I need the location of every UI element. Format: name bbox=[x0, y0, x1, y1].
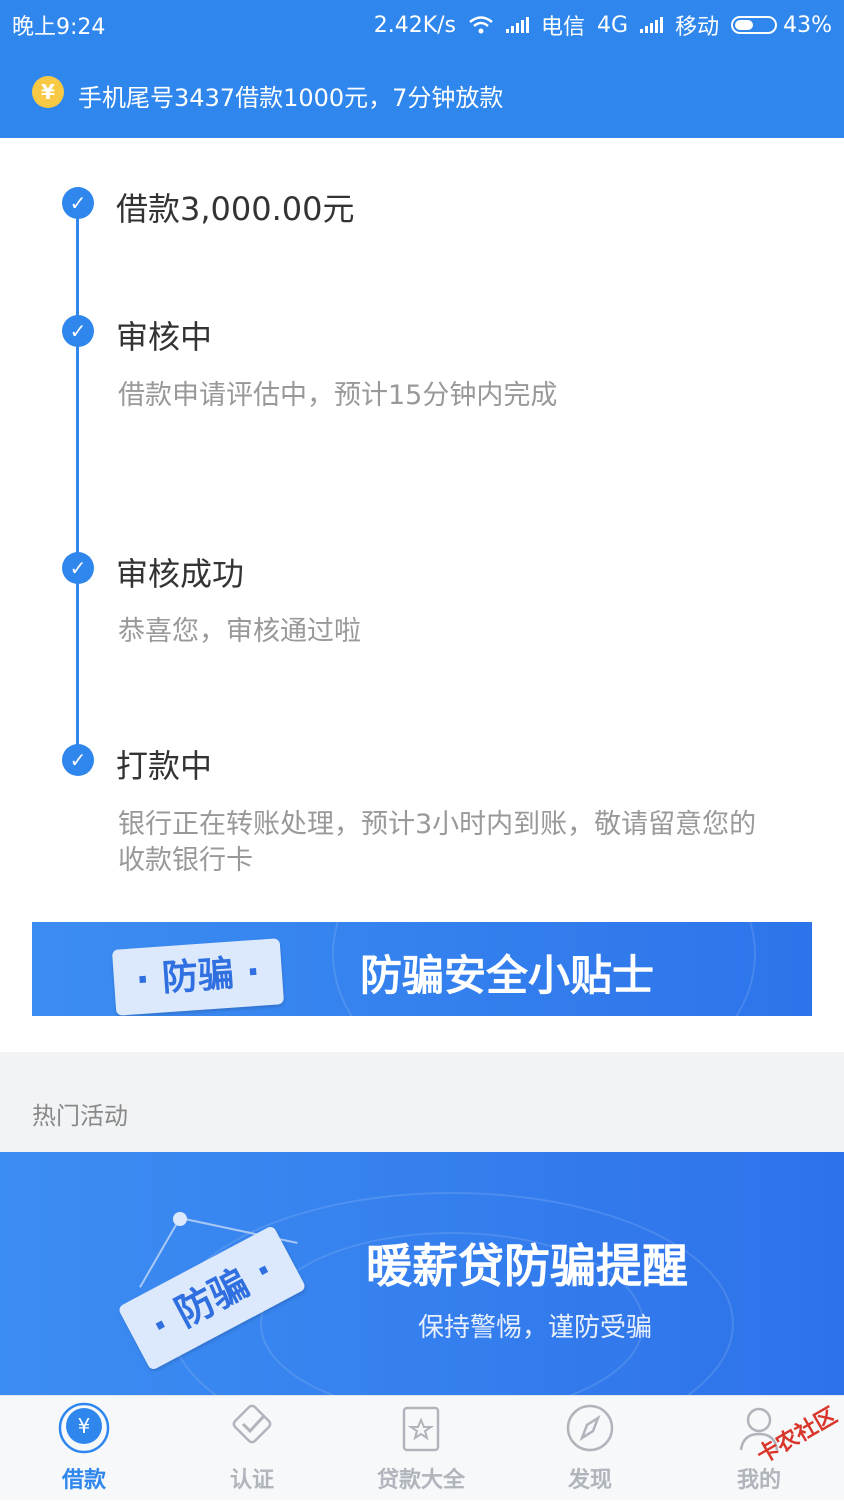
fraud-tag: · 防骗 · bbox=[111, 938, 285, 1016]
carrier-2: 移动 bbox=[675, 15, 720, 40]
hot-activities-header: 热门活动 bbox=[0, 1052, 844, 1152]
compass-icon bbox=[566, 1404, 614, 1452]
tab-verify[interactable]: 认证 bbox=[168, 1396, 336, 1501]
step-desc-transferring: 银行正在转账处理，预计3小时内到账，敬请留意您的收款银行卡 bbox=[118, 809, 757, 876]
anti-fraud-tips-banner[interactable]: · 防骗 · 防骗安全小贴士 bbox=[32, 922, 812, 1016]
status-bar: 晚上9:24 2.42K/s 电信 4G 移动 43% bbox=[0, 0, 844, 46]
tab-loan[interactable]: ¥ 借款 bbox=[0, 1396, 168, 1501]
tab-discover[interactable]: 发现 bbox=[506, 1396, 674, 1501]
yuan-icon: ¥ bbox=[58, 1402, 110, 1454]
svg-text:¥: ¥ bbox=[78, 1414, 91, 1438]
activity-subtitle: 保持警惕，谨防受骗 bbox=[418, 1313, 653, 1343]
step-desc-approved: 恭喜您，审核通过啦 bbox=[118, 616, 361, 647]
check-icon: ✓ bbox=[62, 552, 94, 584]
section-label: 热门活动 bbox=[32, 1102, 128, 1130]
pin-icon bbox=[173, 1212, 187, 1226]
step-title-approved: 审核成功 bbox=[116, 555, 245, 593]
step-title-reviewing: 审核中 bbox=[116, 318, 213, 356]
bottom-tab-bar: ¥ 借款 认证 贷款大全 发现 我的 bbox=[0, 1395, 844, 1500]
timeline-line bbox=[76, 205, 79, 761]
status-time: 晚上9:24 bbox=[12, 15, 106, 40]
network-speed: 2.42K/s bbox=[373, 12, 457, 38]
check-icon: ✓ bbox=[62, 187, 94, 219]
step-title-transferring: 打款中 bbox=[116, 747, 213, 785]
activity-banner[interactable]: · 防骗 · 暖薪贷防骗提醒 保持警惕，谨防受骗 bbox=[0, 1152, 844, 1395]
notice-text: 手机尾号3437借款1000元，7分钟放款 bbox=[78, 84, 504, 112]
battery-percent: 43% bbox=[783, 12, 832, 38]
tab-label: 我的 bbox=[736, 1468, 781, 1493]
tab-label: 借款 bbox=[61, 1468, 106, 1493]
check-badge-icon bbox=[232, 1404, 272, 1444]
check-icon: ✓ bbox=[62, 315, 94, 347]
tab-label: 贷款大全 bbox=[376, 1468, 465, 1493]
tab-label: 认证 bbox=[229, 1468, 274, 1493]
yuan-coin-icon: ¥ bbox=[32, 76, 64, 108]
battery-indicator: 43% bbox=[731, 13, 832, 38]
star-book-icon bbox=[402, 1406, 440, 1452]
activity-title: 暖薪贷防骗提醒 bbox=[366, 1239, 688, 1293]
status-indicators: 2.42K/s 电信 4G 移动 43% bbox=[374, 9, 832, 41]
loan-notice-bar[interactable]: ¥ 手机尾号3437借款1000元，7分钟放款 bbox=[0, 46, 844, 138]
check-icon: ✓ bbox=[62, 744, 94, 776]
step-desc-reviewing: 借款申请评估中，预计15分钟内完成 bbox=[118, 380, 558, 411]
wifi-icon bbox=[469, 16, 493, 34]
tab-loan-list[interactable]: 贷款大全 bbox=[337, 1396, 505, 1501]
network-type: 4G bbox=[597, 12, 629, 38]
step-title-amount: 借款3,000.00元 bbox=[116, 190, 355, 228]
carrier-1: 电信 bbox=[541, 15, 586, 40]
tab-label: 发现 bbox=[567, 1468, 612, 1493]
signal-icon bbox=[506, 17, 530, 33]
banner-title: 防骗安全小贴士 bbox=[360, 951, 655, 1000]
battery-icon bbox=[731, 16, 778, 34]
signal-icon-2 bbox=[640, 17, 664, 33]
